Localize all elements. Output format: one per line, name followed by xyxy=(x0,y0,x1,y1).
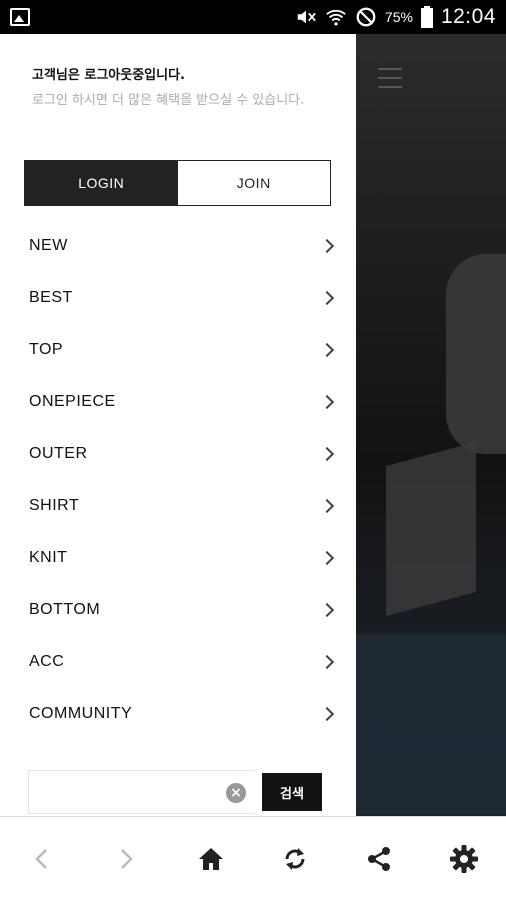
search-input[interactable] xyxy=(37,772,217,812)
battery-percent: 75% xyxy=(384,9,413,25)
clock: 12:04 xyxy=(440,5,496,28)
gallery-notification-icon xyxy=(10,8,30,26)
bottom-navigation xyxy=(0,816,506,900)
wifi-icon xyxy=(326,9,346,26)
battery-icon xyxy=(420,6,433,28)
chevron-right-icon xyxy=(319,550,335,566)
menu-item-knit[interactable]: KNIT xyxy=(0,532,356,584)
home-icon xyxy=(198,847,223,870)
chevron-right-icon xyxy=(319,654,335,670)
background-page xyxy=(356,34,506,816)
chevron-right-icon xyxy=(319,290,335,306)
side-drawer: 고객님은 로그아웃중입니다. 로그인 하시면 더 많은 혜택을 받으실 수 있습… xyxy=(0,34,356,816)
chevron-right-icon xyxy=(319,706,335,722)
menu-item-label: NEW xyxy=(29,237,68,254)
chevron-right-icon xyxy=(319,394,335,410)
share-icon xyxy=(368,846,391,871)
menu-item-label: OUTER xyxy=(29,445,88,462)
settings-icon xyxy=(449,844,478,873)
menu-item-label: SHIRT xyxy=(29,497,80,514)
greeting-subtitle: 로그인 하시면 더 많은 혜택을 받으실 수 있습니다. xyxy=(32,93,305,108)
menu-item-shirt[interactable]: SHIRT xyxy=(0,480,356,532)
greeting-title: 고객님은 로그아웃중입니다. xyxy=(32,68,185,83)
menu-item-top[interactable]: TOP xyxy=(0,324,356,376)
menu-item-acc[interactable]: ACC xyxy=(0,636,356,688)
chevron-right-icon xyxy=(319,446,335,462)
search-button[interactable]: 검색 xyxy=(262,773,322,811)
hamburger-menu-icon[interactable] xyxy=(378,68,402,88)
clear-icon[interactable]: × xyxy=(226,783,246,803)
menu-item-best[interactable]: BEST xyxy=(0,272,356,324)
search-bar: × 검색 xyxy=(28,770,328,814)
do-not-disturb-icon xyxy=(356,7,376,27)
login-button[interactable]: LOGIN xyxy=(25,161,178,205)
menu-item-label: COMMUNITY xyxy=(29,705,133,722)
menu-item-new[interactable]: NEW xyxy=(0,220,356,272)
back-icon xyxy=(35,848,48,869)
greeting-block: 고객님은 로그아웃중입니다. 로그인 하시면 더 많은 혜택을 받으실 수 있습… xyxy=(32,66,332,114)
menu-item-outer[interactable]: OUTER xyxy=(0,428,356,480)
refresh-button[interactable] xyxy=(270,834,320,884)
background-photo-shape xyxy=(356,634,506,814)
menu-item-bottom[interactable]: BOTTOM xyxy=(0,584,356,636)
menu-item-label: ONEPIECE xyxy=(29,393,116,410)
status-bar: 75% 12:04 xyxy=(0,0,506,34)
mute-icon xyxy=(297,10,316,24)
category-menu: NEW BEST TOP ONEPIECE OUTER SHIRT KNIT B… xyxy=(0,220,356,740)
menu-item-label: BOTTOM xyxy=(29,601,101,618)
share-button[interactable] xyxy=(354,834,404,884)
menu-item-label: KNIT xyxy=(29,549,68,566)
home-button[interactable] xyxy=(186,834,236,884)
chevron-right-icon xyxy=(319,498,335,514)
menu-item-label: TOP xyxy=(29,341,64,358)
chevron-right-icon xyxy=(319,342,335,358)
menu-item-label: ACC xyxy=(29,653,65,670)
menu-item-onepiece[interactable]: ONEPIECE xyxy=(0,376,356,428)
chevron-right-icon xyxy=(319,602,335,618)
forward-icon xyxy=(121,848,134,869)
background-photo-shape xyxy=(446,254,506,454)
settings-button[interactable] xyxy=(439,834,489,884)
forward-button[interactable] xyxy=(101,834,151,884)
search-field-wrapper: × xyxy=(28,770,254,814)
refresh-icon xyxy=(285,847,305,870)
join-button[interactable]: JOIN xyxy=(177,161,330,205)
auth-buttons: LOGIN JOIN xyxy=(24,160,331,206)
menu-item-community[interactable]: COMMUNITY xyxy=(0,688,356,740)
chevron-right-icon xyxy=(319,238,335,254)
menu-item-label: BEST xyxy=(29,289,73,306)
background-photo-shape xyxy=(386,441,476,617)
back-button[interactable] xyxy=(17,834,67,884)
